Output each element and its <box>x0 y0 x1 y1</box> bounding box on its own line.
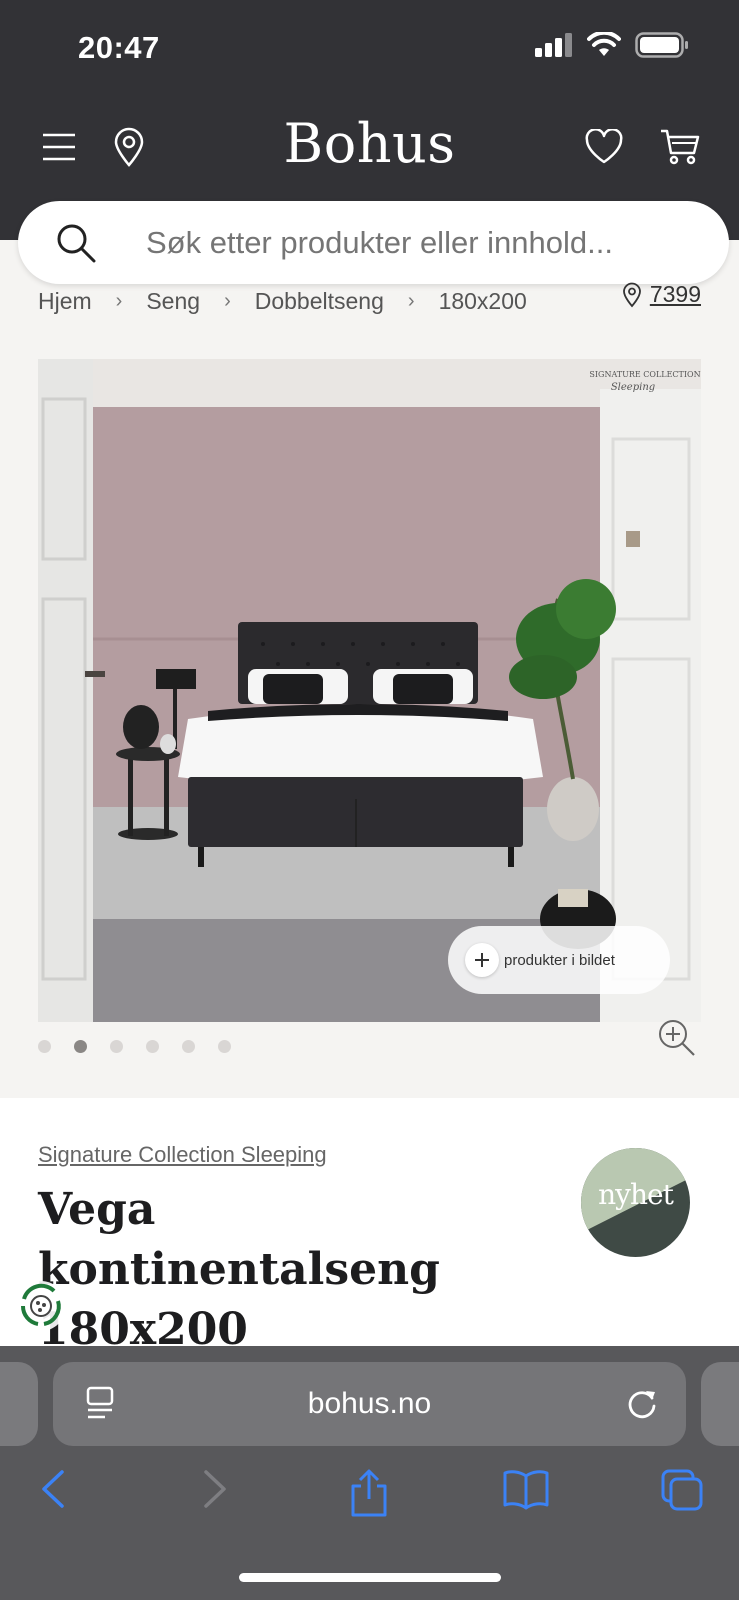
zoom-button[interactable] <box>657 1018 697 1063</box>
breadcrumb-seng[interactable]: Seng <box>146 288 200 315</box>
new-badge: nyhet <box>581 1148 690 1257</box>
pager-dot-active[interactable] <box>74 1040 87 1053</box>
chevron-right-icon: › <box>224 289 231 312</box>
store-selector[interactable]: 7399 <box>622 281 701 308</box>
wifi-icon <box>587 32 621 56</box>
tabs-icon[interactable] <box>660 1468 704 1512</box>
pager-dot[interactable] <box>110 1040 123 1053</box>
chevron-right-icon: › <box>115 289 123 312</box>
sustainability-widget[interactable] <box>14 1279 68 1338</box>
previous-tab-preview[interactable] <box>0 1362 38 1446</box>
search-icon <box>57 224 96 263</box>
bedroom-photo: SIGNATURE COLLECTION Sleeping <box>38 359 701 1022</box>
status-icons <box>535 32 689 58</box>
pager-dot[interactable] <box>38 1040 51 1053</box>
chevron-right-icon: › <box>407 289 415 312</box>
store-number[interactable]: 7399 <box>650 281 701 308</box>
breadcrumb-dobbeltseng[interactable]: Dobbeltseng <box>255 288 384 315</box>
browser-toolbar <box>0 1468 739 1528</box>
location-pin-icon <box>622 282 641 307</box>
products-in-image-button[interactable]: produkter i bildet <box>448 926 670 994</box>
zoom-in-icon <box>659 1020 695 1056</box>
cart-icon <box>661 129 700 165</box>
product-image[interactable]: SIGNATURE COLLECTION Sleeping <box>38 359 701 1022</box>
badge-label: nyhet <box>598 1178 674 1211</box>
breadcrumb-size[interactable]: 180x200 <box>439 288 527 315</box>
heart-icon <box>585 129 623 164</box>
breadcrumb-home[interactable]: Hjem <box>38 288 92 315</box>
url-text[interactable]: bohus.no <box>53 1362 686 1446</box>
back-icon[interactable] <box>38 1468 68 1510</box>
plus-icon <box>465 943 499 977</box>
watermark-text: SIGNATURE COLLECTION <box>589 370 700 379</box>
pager-dot[interactable] <box>146 1040 159 1053</box>
home-indicator <box>239 1573 501 1582</box>
cart-button[interactable] <box>659 124 701 170</box>
search-bar[interactable] <box>18 201 729 284</box>
header-right <box>583 124 701 170</box>
signal-icon <box>535 33 572 57</box>
bookmarks-icon[interactable] <box>502 1468 550 1510</box>
forward-icon[interactable] <box>200 1468 230 1510</box>
watermark-script: Sleeping <box>611 382 655 393</box>
address-bar[interactable]: bohus.no <box>53 1362 686 1446</box>
image-pager <box>38 1040 231 1053</box>
battery-icon <box>635 32 688 58</box>
pager-dot[interactable] <box>218 1040 231 1053</box>
products-in-image-label: produkter i bildet <box>504 951 615 969</box>
collection-link[interactable]: Signature Collection Sleeping <box>38 1142 327 1168</box>
next-tab-preview[interactable] <box>701 1362 739 1446</box>
share-icon[interactable] <box>348 1468 390 1518</box>
reload-icon[interactable] <box>624 1386 660 1422</box>
recycle-icon <box>16 1281 66 1331</box>
page: 20:47 Bohus Søk etter produkter eller in… <box>0 0 739 1600</box>
pager-dot[interactable] <box>182 1040 195 1053</box>
search-input[interactable] <box>146 201 706 284</box>
breadcrumb: Hjem › Seng › Dobbeltseng › 180x200 <box>38 283 527 319</box>
product-title: Vega kontinentalseng 180x200 <box>38 1184 440 1355</box>
status-time: 20:47 <box>78 30 160 65</box>
wishlist-button[interactable] <box>583 124 625 170</box>
